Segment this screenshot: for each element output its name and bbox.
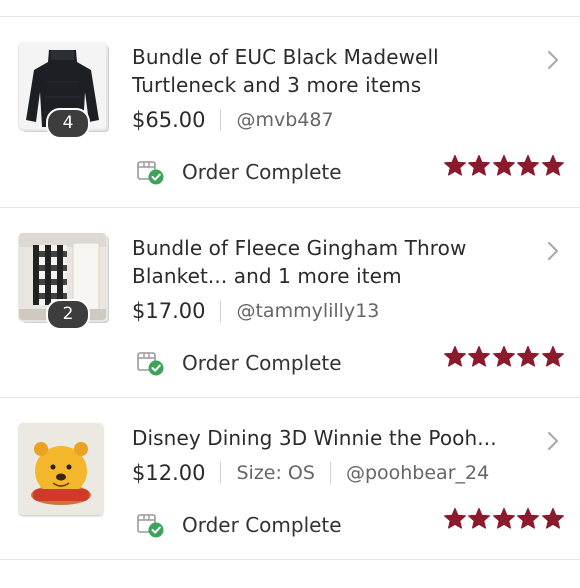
seller-username[interactable]: @tammylilly13 [236,300,379,322]
chevron-right-icon[interactable] [546,430,560,456]
star-icon [467,345,491,369]
chevron-right-icon[interactable] [546,240,560,266]
rating-stars [443,345,565,369]
order-status: Order Complete [136,510,342,540]
seller-username[interactable]: @mvb487 [236,109,333,131]
order-status-text: Order Complete [182,351,342,375]
item-size: Size: OS [236,462,315,484]
order-title-line-2: Turtleneck and 3 more items [132,73,422,97]
order-title[interactable]: Bundle of Fleece Gingham Throw Blanket..… [132,234,522,290]
chevron-right-icon[interactable] [546,49,560,75]
order-price: $65.00 [132,108,206,132]
order-status: Order Complete [136,157,342,187]
meta-separator [220,109,222,131]
divider [0,559,580,560]
order-status: Order Complete [136,348,342,378]
order-title[interactable]: Disney Dining 3D Winnie the Pooh... [132,424,522,452]
order-meta: $17.00 @tammylilly13 [132,296,379,326]
rating-stars [443,507,565,531]
star-icon [443,345,467,369]
star-icon [541,345,565,369]
order-title-line-1: Bundle of Fleece Gingham Throw [132,236,467,260]
seller-username[interactable]: @poohbear_24 [346,462,489,484]
order-title-line-1: Bundle of EUC Black Madewell [132,45,439,69]
order-row[interactable]: 2 Bundle of Fleece Gingham Throw Blanket… [0,208,580,398]
star-icon [541,507,565,531]
order-complete-icon [136,158,166,186]
order-complete-icon [136,511,166,539]
bundle-count-badge: 4 [46,108,90,139]
order-title[interactable]: Bundle of EUC Black Madewell Turtleneck … [132,43,522,99]
star-icon [467,154,491,178]
star-icon [492,154,516,178]
order-title-line-2: Blanket... and 1 more item [132,264,402,288]
meta-separator [220,462,222,484]
order-thumbnail[interactable] [19,423,103,515]
meta-separator [329,462,331,484]
star-icon [516,507,540,531]
winnie-the-pooh-mug-image [19,423,103,515]
order-row[interactable]: 4 Bundle of EUC Black Madewell Turtlenec… [0,17,580,207]
order-status-text: Order Complete [182,513,342,537]
star-icon [443,154,467,178]
order-title-line-1: Disney Dining 3D Winnie the Pooh... [132,426,497,450]
bundle-count-badge: 2 [46,299,90,330]
star-icon [541,154,565,178]
star-icon [492,345,516,369]
order-meta: $65.00 @mvb487 [132,105,334,135]
order-status-text: Order Complete [182,160,342,184]
order-price: $17.00 [132,299,206,323]
star-icon [492,507,516,531]
rating-stars [443,154,565,178]
star-icon [516,154,540,178]
order-complete-icon [136,349,166,377]
star-icon [516,345,540,369]
star-icon [467,507,491,531]
order-price: $12.00 [132,461,206,485]
star-icon [443,507,467,531]
meta-separator [220,300,222,322]
order-meta: $12.00 Size: OS @poohbear_24 [132,458,489,488]
